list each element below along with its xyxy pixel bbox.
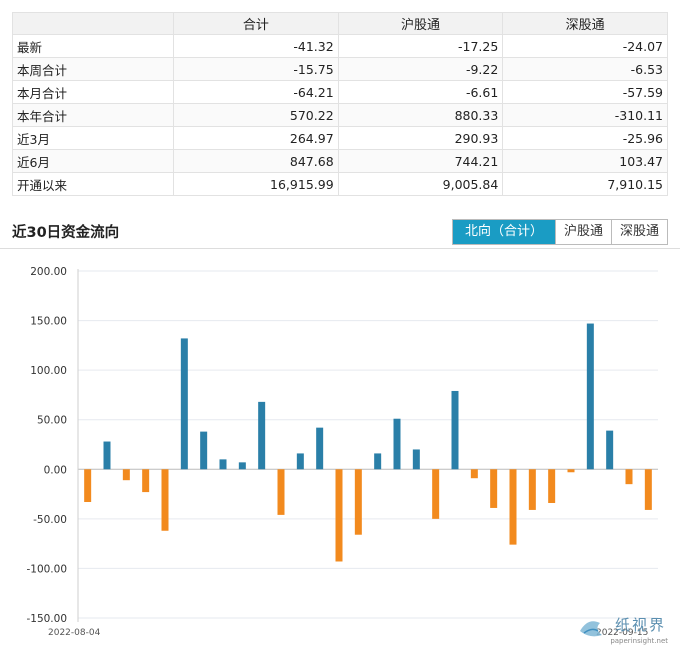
row-label: 近3月 [12,126,174,150]
tab-bar: 北向（合计） 沪股通 深股通 [451,219,668,245]
divider [0,248,680,249]
bar [432,469,440,519]
row-total: -41.32 [173,34,339,58]
row-total: -64.21 [173,80,339,104]
header-shenzhen: 深股通 [502,12,668,35]
row-label: 本年合计 [12,103,174,127]
watermark-sub: paperinsight.net [610,637,668,645]
row-label: 本月合计 [12,80,174,104]
bar [200,431,208,470]
header-shanghai: 沪股通 [337,12,504,35]
bar [335,469,343,562]
bar [412,449,420,470]
bar [509,469,517,545]
section-title: 近30日资金流向 [12,225,120,241]
row-label: 最新 [12,34,174,58]
row-shenzhen: -57.59 [502,80,668,104]
row-shanghai: 744.21 [337,149,504,173]
row-shenzhen: -6.53 [502,57,668,81]
bar [180,338,188,470]
table-row: 最新 -41.32 -17.25 -24.07 [12,34,668,58]
bar [644,469,652,510]
row-shanghai: -17.25 [337,34,504,58]
table-row: 本周合计 -15.75 -9.22 -6.53 [12,57,668,81]
bar [296,453,304,470]
row-shenzhen: -310.11 [502,103,668,127]
row-total: -15.75 [173,57,339,81]
row-total: 264.97 [173,126,339,150]
bar [393,418,401,470]
header-blank [12,12,174,35]
row-label: 开通以来 [12,172,174,196]
bar [451,390,459,470]
row-shanghai: 880.33 [337,103,504,127]
bar [490,469,498,508]
y-tick-label: 150.00 [30,316,67,328]
bar [103,441,111,470]
tab-shenzhen[interactable]: 深股通 [610,220,667,244]
table-row: 开通以来 16,915.99 9,005.84 7,910.15 [12,172,668,196]
bar [84,469,92,503]
row-shanghai: -9.22 [337,57,504,81]
row-shenzhen: -24.07 [502,34,668,58]
table-row: 本年合计 570.22 880.33 -310.11 [12,103,668,127]
summary-header-row: 合计 沪股通 深股通 [12,12,668,35]
bar [625,469,633,485]
summary-table: 合计 沪股通 深股通 最新 -41.32 -17.25 -24.07 本周合计 -15.7… [12,12,668,196]
table-row: 近3月 264.97 290.93 -25.96 [12,126,668,150]
y-tick-label: -50.00 [33,514,67,526]
bar [606,430,614,470]
bar [142,469,150,493]
bar [258,401,266,470]
header-total: 合计 [173,12,339,35]
bar [238,462,246,470]
row-total: 16,915.99 [173,172,339,196]
y-tick-label: -100.00 [26,563,67,575]
chart-frame: 200.00 150.00 100.00 50.00 0.00 -50.00 -100.00… [0,252,680,651]
bar [122,469,130,481]
bar [470,469,478,479]
bar [354,469,362,535]
row-shanghai: 290.93 [337,126,504,150]
row-label: 近6月 [12,149,174,173]
flow-bar-chart: 200.00 150.00 100.00 50.00 0.00 -50.00 -100.00… [26,266,658,638]
bar [316,427,324,470]
tab-shanghai[interactable]: 沪股通 [554,220,611,244]
x-label-first: 2022-08-04 [48,628,101,638]
row-total: 570.22 [173,103,339,127]
tab-north-total[interactable]: 北向（合计） [452,220,555,244]
row-shanghai: 9,005.84 [337,172,504,196]
table-row: 近6月 847.68 744.21 103.47 [12,149,668,173]
bar [528,469,536,510]
watermark-text: 纸视界 [614,616,666,634]
table-row: 本月合计 -64.21 -6.61 -57.59 [12,80,668,104]
bar [277,469,285,515]
y-tick-label: 200.00 [30,266,67,278]
y-tick-label: 50.00 [37,415,67,427]
bar [161,469,169,531]
row-total: 847.68 [173,149,339,173]
row-shenzhen: 103.47 [502,149,668,173]
bar [548,469,556,503]
row-label: 本周合计 [12,57,174,81]
bar [567,469,575,473]
y-tick-label: -150.00 [26,613,67,625]
y-tick-label: 100.00 [30,365,67,377]
row-shanghai: -6.61 [337,80,504,104]
bar [374,453,382,470]
row-shenzhen: -25.96 [502,126,668,150]
bar [219,459,227,470]
bar [586,323,594,470]
row-shenzhen: 7,910.15 [502,172,668,196]
y-tick-label: 0.00 [44,464,67,476]
